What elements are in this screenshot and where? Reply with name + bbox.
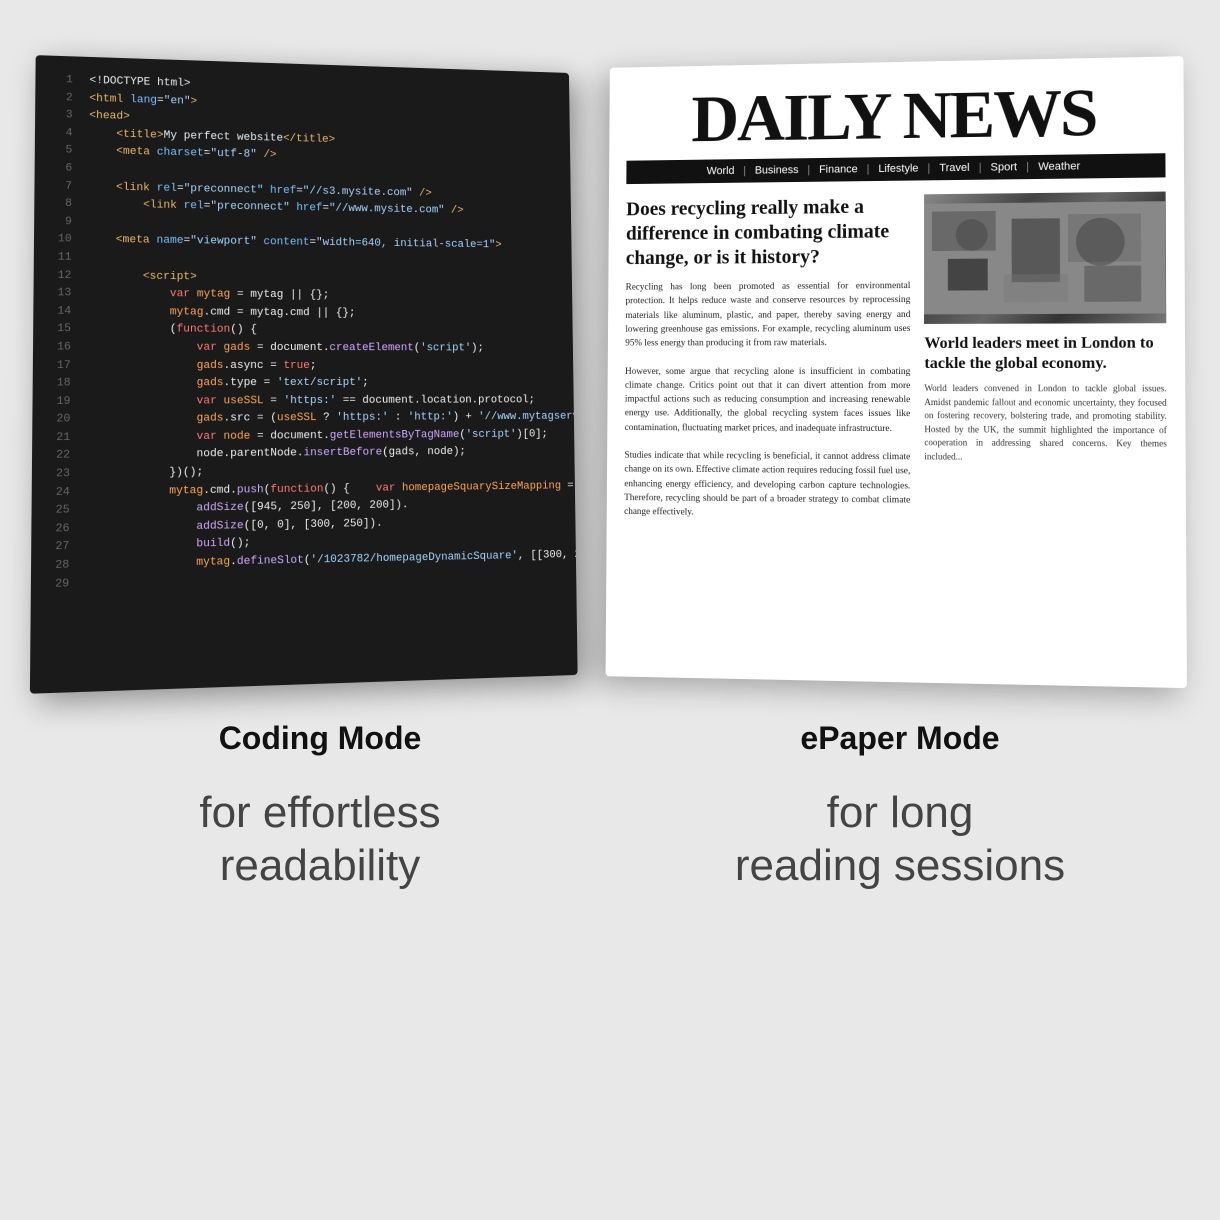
main-article: Does recycling really make a difference … xyxy=(624,194,910,521)
news-body: Does recycling really make a difference … xyxy=(624,192,1167,525)
nav-item-weather[interactable]: Weather xyxy=(1031,160,1087,173)
coding-mode-screen: 1 <!DOCTYPE html> 2 <html lang="en"> 3 <… xyxy=(30,55,578,694)
newspaper-navigation: World | Business | Finance | Lifestyle |… xyxy=(626,153,1165,184)
nav-item-sport[interactable]: Sport xyxy=(983,161,1024,174)
code-line: 18 gads.type = 'text/script'; xyxy=(33,375,574,393)
code-line: 16 var gads = document.createElement('sc… xyxy=(33,339,573,358)
main-article-headline: Does recycling really make a difference … xyxy=(626,194,911,271)
news-image xyxy=(924,192,1166,324)
code-line: 17 gads.async = true; xyxy=(33,357,574,375)
nav-item-travel[interactable]: Travel xyxy=(932,162,976,175)
secondary-article-body: World leaders convened in London to tack… xyxy=(924,382,1167,465)
nav-item-finance[interactable]: Finance xyxy=(812,163,864,176)
nav-item-business[interactable]: Business xyxy=(748,164,805,177)
nav-item-world[interactable]: World xyxy=(700,165,741,177)
secondary-article-headline: World leaders meet in London to tackle t… xyxy=(924,333,1166,374)
labels-section: Coding Mode for effortlessreadability eP… xyxy=(40,720,1180,893)
code-line: 15 (function() { xyxy=(33,321,573,341)
coding-mode-label-block: Coding Mode for effortlessreadability xyxy=(40,720,600,893)
epaper-mode-description: for longreading sessions xyxy=(620,787,1180,893)
newspaper-title: DAILY NEWS xyxy=(627,77,1166,153)
nav-item-lifestyle[interactable]: Lifestyle xyxy=(871,163,925,176)
epaper-mode-title: ePaper Mode xyxy=(620,720,1180,757)
coding-mode-description: for effortlessreadability xyxy=(40,787,600,893)
epaper-mode-screen: DAILY NEWS World | Business | Finance | … xyxy=(606,56,1187,688)
screens-container: 1 <!DOCTYPE html> 2 <html lang="en"> 3 <… xyxy=(40,60,1180,680)
epaper-mode-label-block: ePaper Mode for longreading sessions xyxy=(620,720,1180,893)
main-article-body: Recycling has long been promoted as esse… xyxy=(624,279,910,522)
news-image-graphic xyxy=(924,192,1166,324)
coding-mode-title: Coding Mode xyxy=(40,720,600,757)
secondary-article: World leaders meet in London to tackle t… xyxy=(924,192,1167,525)
